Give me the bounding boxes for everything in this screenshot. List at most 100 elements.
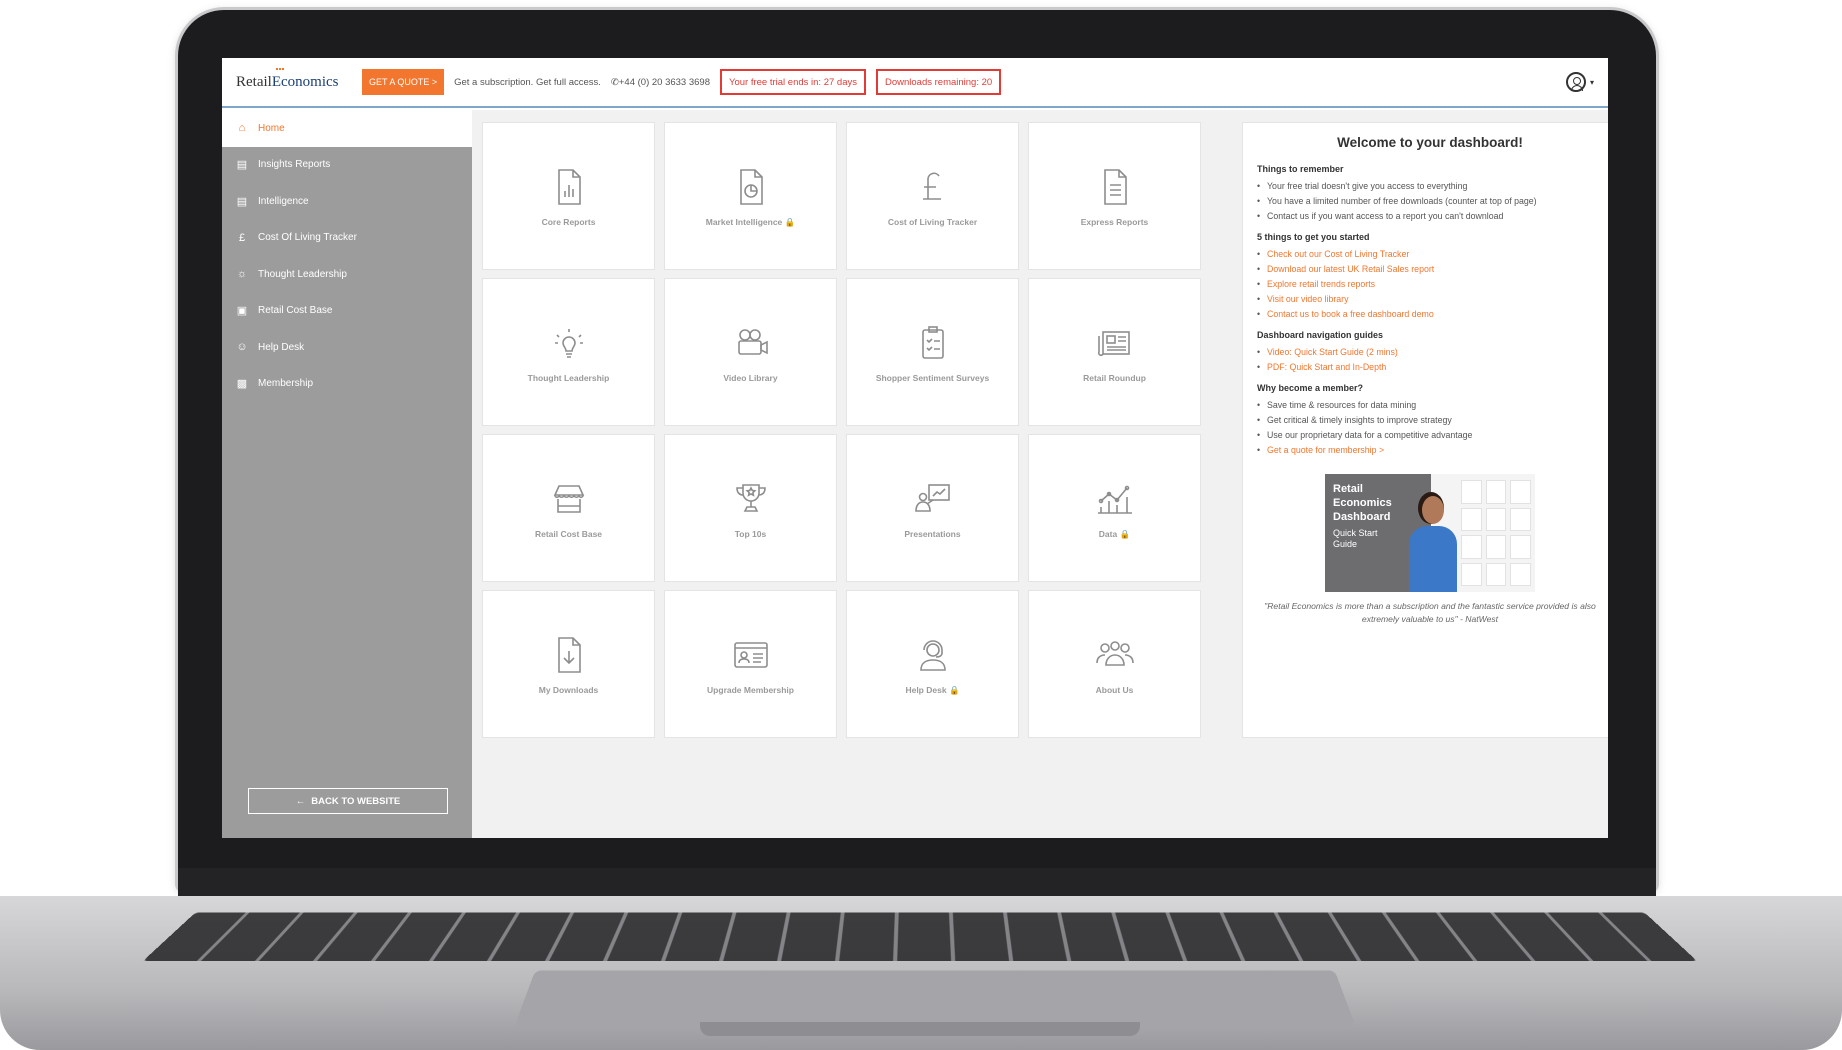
preview-tile: [1461, 535, 1482, 559]
lock-icon: 🔒: [784, 216, 796, 227]
dashboard-tile-grid: Core Reports Market Intelligence 🔒 Cost …: [482, 122, 1214, 738]
user-account-icon[interactable]: [1565, 72, 1586, 92]
sidebar-item-label: Insights Reports: [258, 159, 331, 171]
phone-number-text: +44 (0) 20 3633 3698: [618, 76, 710, 88]
guide-title-line: Retail: [1333, 483, 1363, 495]
sidebar-item-help-desk[interactable]: ☺ Help Desk: [222, 329, 472, 366]
sidebar-item-label: Intelligence: [258, 195, 309, 207]
navigation-guides-list: Video: Quick Start Guide (2 mins) PDF: Q…: [1257, 345, 1603, 375]
download-document-icon: [557, 637, 581, 673]
preview-tile: [1510, 535, 1531, 559]
video-library-link[interactable]: Visit our video library: [1257, 292, 1603, 307]
video-guide-link[interactable]: Video: Quick Start Guide (2 mins): [1257, 345, 1603, 360]
lock-icon: 🔒: [1119, 528, 1131, 539]
preview-tile: [1485, 562, 1507, 586]
tile-retail-cost-base[interactable]: Retail Cost Base: [482, 434, 655, 582]
list-item: Get critical & timely insights to improv…: [1257, 413, 1603, 428]
sidebar-item-membership[interactable]: ▩ Membership: [222, 366, 472, 403]
tile-video-library[interactable]: Video Library: [664, 278, 837, 426]
logo-dots: [276, 67, 284, 74]
preview-tile: [1461, 562, 1482, 586]
sidebar-item-label: Cost Of Living Tracker: [258, 232, 357, 244]
tile-core-reports[interactable]: Core Reports: [482, 122, 655, 270]
sidebar-item-cost-of-living-tracker[interactable]: £ Cost Of Living Tracker: [222, 220, 472, 257]
uk-retail-sales-link[interactable]: Download our latest UK Retail Sales repo…: [1257, 262, 1603, 277]
tile-thought-leadership[interactable]: Thought Leadership: [482, 278, 655, 426]
tile-my-downloads[interactable]: My Downloads: [482, 590, 655, 738]
sidebar-item-insights-reports[interactable]: ▤ Insights Reports: [222, 147, 472, 184]
sidebar-item-label: Home: [258, 122, 285, 134]
tile-label: Express Reports: [1080, 217, 1149, 227]
things-to-remember-list: Your free trial doesn't give you access …: [1257, 179, 1603, 224]
document-icon: ▤: [236, 195, 248, 208]
top-bar: Retail Economics GET A QUOTE > Get a subs…: [222, 58, 1608, 108]
tile-cost-of-living-tracker[interactable]: Cost of Living Tracker: [846, 122, 1019, 270]
sidebar-item-intelligence[interactable]: ▤ Intelligence: [222, 183, 472, 220]
user-menu[interactable]: ▾: [1565, 72, 1594, 92]
tile-label: Data 🔒: [1099, 529, 1130, 540]
main-content: Core Reports Market Intelligence 🔒 Cost …: [472, 110, 1608, 838]
preview-tile: [1485, 480, 1507, 504]
tile-about-us[interactable]: About Us: [1028, 590, 1201, 738]
store-icon: ▣: [236, 305, 248, 318]
tile-express-reports[interactable]: Express Reports: [1028, 122, 1201, 270]
pound-icon: [922, 172, 941, 200]
laptop-trackpad: [514, 970, 1356, 1027]
newspaper-icon: [1097, 331, 1130, 357]
tile-upgrade-membership[interactable]: Upgrade Membership: [664, 590, 837, 738]
tile-retail-roundup[interactable]: Retail Roundup: [1028, 278, 1201, 426]
sidebar-item-home[interactable]: ⌂ Home: [222, 110, 472, 147]
sidebar-item-thought-leadership[interactable]: ☼ Thought Leadership: [222, 256, 472, 293]
guide-subtitle-line: Guide: [1333, 539, 1358, 549]
list-item: Your free trial doesn't give you access …: [1257, 179, 1603, 194]
list-item: Save time & resources for data mining: [1257, 398, 1603, 413]
tile-label: Market Intelligence 🔒: [706, 217, 796, 228]
preview-tile: [1510, 562, 1531, 586]
chevron-down-icon[interactable]: ▾: [1590, 78, 1594, 87]
tile-data[interactable]: Data 🔒: [1028, 434, 1201, 582]
welcome-panel: Welcome to your dashboard! Things to rem…: [1242, 122, 1608, 738]
tile-label: About Us: [1095, 685, 1134, 695]
guide-cover: Retail Economics Dashboard Quick Start Gu…: [1325, 474, 1457, 592]
tile-label-text: Data: [1098, 528, 1118, 539]
retail-economics-logo[interactable]: Retail Economics: [236, 67, 354, 91]
tile-presentations[interactable]: Presentations: [846, 434, 1019, 582]
phone-number[interactable]: ✆+44 (0) 20 3633 3698: [611, 77, 710, 88]
lock-icon: 🔒: [948, 684, 960, 695]
tile-label: Cost of Living Tracker: [887, 217, 978, 227]
growth-chart-icon: [1097, 485, 1132, 514]
get-a-quote-button[interactable]: GET A QUOTE >: [362, 69, 445, 95]
tile-help-desk[interactable]: Help Desk 🔒: [846, 590, 1019, 738]
tile-market-intelligence[interactable]: Market Intelligence 🔒: [664, 122, 837, 270]
sidebar: ⌂ Home ▤ Insights Reports ▤ Intelligence £ C…: [222, 110, 472, 838]
subscription-tagline: Get a subscription. Get full access.: [454, 76, 601, 88]
book-demo-link[interactable]: Contact us to book a free dashboard demo: [1257, 307, 1603, 322]
tile-top-10s[interactable]: Top 10s: [664, 434, 837, 582]
retail-trends-link[interactable]: Explore retail trends reports: [1257, 277, 1603, 292]
laptop-front-notch: [700, 1022, 1140, 1036]
laptop-keyboard: [142, 912, 1698, 962]
downloads-remaining-badge: Downloads remaining: 20: [875, 69, 1002, 95]
back-to-website-button[interactable]: ← BACK TO WEBSITE: [248, 788, 448, 814]
tile-label: Core Reports: [541, 217, 596, 227]
things-to-remember-heading: Things to remember: [1257, 164, 1344, 174]
logo-text-economics: Economics: [271, 73, 339, 90]
video-camera-icon: [737, 329, 768, 355]
team-icon: [1095, 641, 1134, 666]
tile-label: Presentations: [904, 529, 961, 539]
cost-of-living-link[interactable]: Check out our Cost of Living Tracker: [1257, 247, 1603, 262]
pdf-guide-link[interactable]: PDF: Quick Start and In-Depth: [1257, 360, 1603, 375]
presenter-body: [1409, 526, 1457, 592]
guide-title-line: Dashboard: [1333, 511, 1391, 523]
arrow-left-icon: ←: [295, 795, 306, 807]
membership-quote-link[interactable]: Get a quote for membership >: [1257, 443, 1603, 458]
sidebar-item-retail-cost-base[interactable]: ▣ Retail Cost Base: [222, 293, 472, 330]
sidebar-item-label: Help Desk: [258, 341, 305, 353]
laptop-mockup: { "brand": { "logo_part1": "Retail", "lo…: [0, 0, 1842, 1050]
tile-label-text: Market Intelligence: [705, 216, 783, 227]
tile-label: Shopper Sentiment Surveys: [875, 373, 990, 383]
tile-shopper-sentiment-surveys[interactable]: Shopper Sentiment Surveys: [846, 278, 1019, 426]
guide-title-line: Economics: [1333, 497, 1392, 509]
quick-start-guide-thumbnail[interactable]: Retail Economics Dashboard Quick Start Gu…: [1325, 474, 1535, 592]
tile-label: Top 10s: [734, 529, 767, 539]
